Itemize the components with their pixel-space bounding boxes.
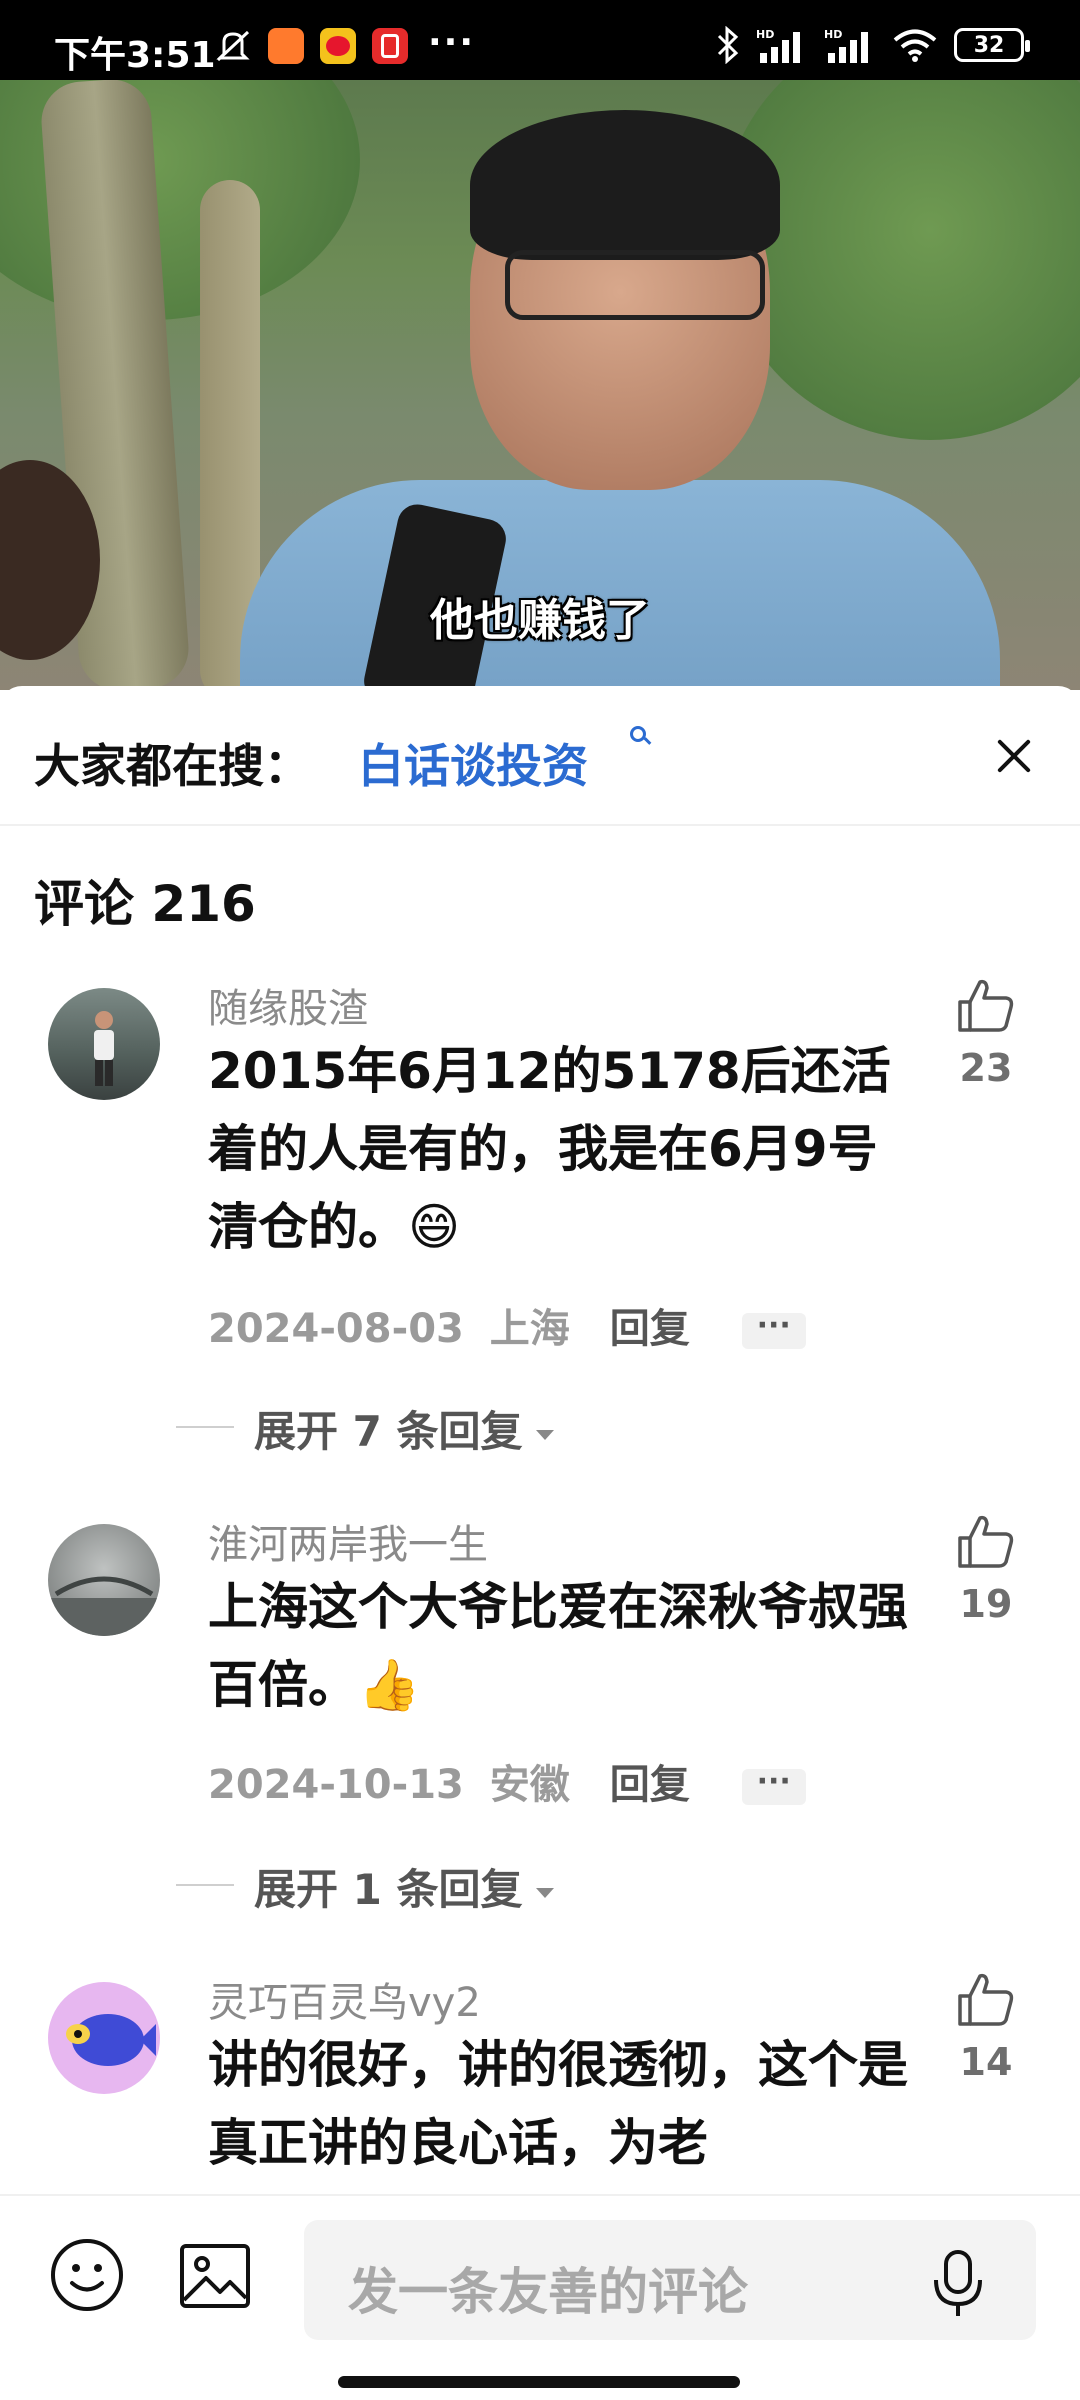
- comment-username[interactable]: 灵巧百灵鸟vy2: [208, 1970, 481, 2028]
- expand-replies-label: 展开 1 条回复: [254, 1865, 523, 1914]
- video-speaker-hair: [470, 110, 780, 260]
- image-icon[interactable]: [178, 2240, 252, 2312]
- video-player[interactable]: 他也赚钱了: [0, 80, 1080, 690]
- signal-hd-icon: HD: [824, 28, 868, 63]
- video-speaker-glasses: [505, 250, 765, 320]
- close-button[interactable]: [990, 732, 1038, 780]
- status-right-icons: HD HD 32: [716, 26, 1030, 64]
- more-options-button[interactable]: ···: [741, 1767, 806, 1805]
- search-suggestion-term[interactable]: 白话谈投资: [358, 730, 588, 796]
- comment-date: 2024-10-13: [208, 1762, 464, 1808]
- caret-down-icon: [536, 1429, 555, 1440]
- comments-count-title: 评论 216: [34, 875, 256, 933]
- comment-username[interactable]: 随缘股渣: [208, 976, 368, 1034]
- status-time: 下午3:51: [54, 35, 216, 76]
- status-left-icons: [214, 28, 408, 64]
- avatar-fish-icon: [66, 2014, 156, 2066]
- thumbs-up-icon: [958, 1515, 1014, 1568]
- svg-text:HD: HD: [824, 28, 842, 41]
- avatar-person-icon: [94, 1011, 114, 1086]
- comment-text[interactable]: 讲的很好，讲的很透彻，这个是真正讲的良心话，为老: [208, 2026, 908, 2182]
- like-button[interactable]: 14: [948, 1970, 1024, 2084]
- microphone-icon[interactable]: [928, 2248, 988, 2320]
- avatar[interactable]: [48, 1524, 160, 1636]
- comment-date: 2024-08-03: [208, 1306, 464, 1352]
- comment-location: 安徽: [489, 1762, 570, 1808]
- search-suggestion-prefix: 大家都在搜：: [34, 739, 310, 793]
- avatar[interactable]: [48, 1982, 160, 2094]
- like-count: 19: [959, 1582, 1013, 1626]
- search-icon[interactable]: [630, 726, 646, 742]
- expand-replies-label: 展开 7 条回复: [254, 1407, 523, 1456]
- more-options-button[interactable]: ···: [741, 1311, 806, 1349]
- comment-text[interactable]: 上海这个大爷比爱在深秋爷叔强百倍。👍: [208, 1568, 908, 1724]
- comment-composer-bar: 发一条友善的评论: [0, 2194, 1080, 2400]
- mute-icon: [216, 30, 250, 62]
- expand-replies-button[interactable]: 展开 7 条回复: [254, 1398, 555, 1459]
- wifi-icon: [893, 29, 937, 62]
- comment-sheet: 大家都在搜： 白话谈投资 评论 216 随缘股渣 2015年6月12的5178后…: [0, 686, 1080, 2400]
- emoji-icon[interactable]: [48, 2236, 126, 2314]
- expand-divider: [176, 1426, 234, 1428]
- battery-icon: 32: [954, 28, 1030, 62]
- battery-level: 32: [973, 32, 1005, 58]
- svg-text:HD: HD: [756, 28, 774, 41]
- comment-input[interactable]: 发一条友善的评论: [304, 2220, 1036, 2340]
- video-foliage: [720, 80, 1080, 440]
- comment-location: 上海: [489, 1306, 570, 1352]
- taobao-red-app-icon: [372, 28, 408, 64]
- comment-input-placeholder: 发一条友善的评论: [348, 2263, 748, 2321]
- status-bar: 下午3:51 ··· HD HD 32: [0, 0, 1080, 80]
- search-suggestion-bar: 大家都在搜： 白话谈投资: [0, 686, 1080, 826]
- comment-meta: 2024-08-03 上海 回复 ···: [208, 1296, 806, 1354]
- thumbs-up-icon: [958, 1973, 1014, 2026]
- like-button[interactable]: 19: [948, 1512, 1024, 1626]
- bluetooth-icon: [717, 26, 739, 64]
- weibo-app-icon: [320, 28, 356, 64]
- expand-replies-button[interactable]: 展开 1 条回复: [254, 1856, 555, 1917]
- video-subtitle: 他也赚钱了: [430, 595, 650, 646]
- signal-hd-icon: HD: [756, 28, 800, 63]
- expand-divider: [176, 1884, 234, 1886]
- taobao-app-icon: [268, 28, 304, 64]
- thumbs-up-icon: [958, 979, 1014, 1032]
- comment-username[interactable]: 淮河两岸我一生: [208, 1512, 488, 1570]
- comment-meta: 2024-10-13 安徽 回复 ···: [208, 1752, 806, 1810]
- caret-down-icon: [536, 1887, 555, 1898]
- reply-button[interactable]: 回复: [610, 1762, 690, 1808]
- avatar[interactable]: [48, 988, 160, 1100]
- home-indicator[interactable]: [338, 2376, 740, 2388]
- status-overflow: ···: [428, 22, 476, 63]
- like-button[interactable]: 23: [948, 976, 1024, 1090]
- like-count: 14: [959, 2040, 1013, 2084]
- reply-button[interactable]: 回复: [610, 1306, 690, 1352]
- comment-text[interactable]: 2015年6月12的5178后还活着的人是有的，我是在6月9号清仓的。😄: [208, 1032, 908, 1266]
- avatar-bridge-icon: [48, 1576, 160, 1636]
- like-count: 23: [959, 1046, 1013, 1090]
